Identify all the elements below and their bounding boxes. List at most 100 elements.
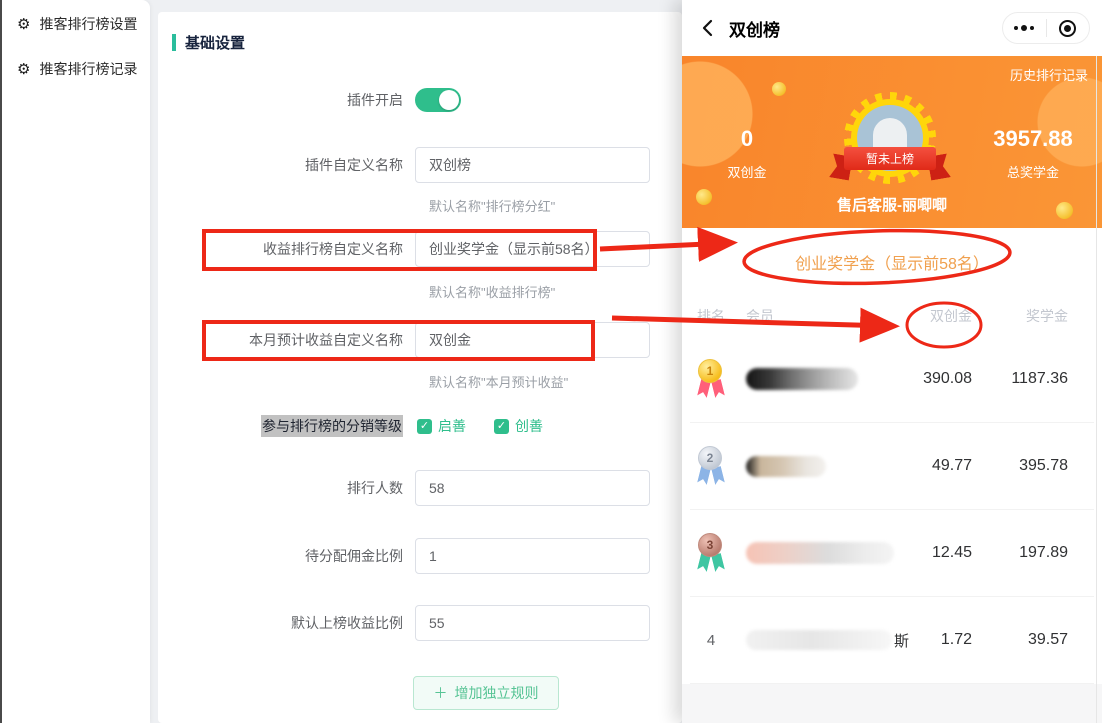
more-icon[interactable] <box>1003 25 1046 31</box>
default-income-ratio-input[interactable] <box>415 605 650 641</box>
user-nickname: 售后客服-丽唧唧 <box>837 197 947 214</box>
section-title: 基础设置 <box>172 32 245 53</box>
gold-medal-icon: 1 <box>696 358 726 400</box>
dc-value: 12.45 <box>931 544 972 561</box>
plugin-enable-label: 插件开启 <box>347 92 403 108</box>
levels-label: 参与排行榜的分销等级 <box>158 415 403 437</box>
checkbox-check-icon: ✓ <box>417 418 432 434</box>
rank-cell: 4 <box>690 632 732 649</box>
window-edge <box>0 0 2 723</box>
form-row-month-income-name: 本月预计收益自定义名称 <box>158 322 650 358</box>
my-dc-label: 双创金 <box>727 165 767 180</box>
total-prize-value: 3957.88 <box>993 126 1073 151</box>
add-rule-button[interactable]: ＋ 增加独立规则 <box>413 676 559 710</box>
wechat-capsule <box>1002 12 1090 44</box>
history-rank-link[interactable]: 历史排行记录 <box>1010 65 1088 84</box>
month-income-name-label: 本月预计收益自定义名称 <box>249 332 403 348</box>
form-row-levels: 参与排行榜的分销等级 ✓ 启善 ✓ 创善 <box>158 408 543 444</box>
rank-count-input[interactable] <box>415 470 650 506</box>
default-income-ratio-label: 默认上榜收益比例 <box>291 615 403 631</box>
income-rank-name-hint: 默认名称"收益排行榜" <box>429 285 556 300</box>
plugin-name-input[interactable] <box>415 147 650 183</box>
gear-icon: ⚙ <box>17 60 31 78</box>
total-prize-label: 总奖学金 <box>1006 165 1059 180</box>
sidebar-item-ranking-settings[interactable]: ⚙ 推客排行榜设置 <box>17 12 137 36</box>
level-checkbox-chuangshan[interactable]: ✓ 创善 <box>494 416 543 436</box>
plugin-enable-toggle[interactable] <box>415 88 461 112</box>
leaderboard-list-title: 创业奖学金（显示前58名） <box>795 256 989 273</box>
sidebar-item-ranking-records[interactable]: ⚙ 推客排行榜记录 <box>17 57 137 81</box>
toggle-knob <box>439 90 459 110</box>
commission-ratio-input[interactable] <box>415 538 650 574</box>
form-row-default-income-ratio: 默认上榜收益比例 <box>158 605 650 641</box>
silver-medal-icon: 2 <box>696 445 726 487</box>
rank-cell: 1 <box>690 358 732 400</box>
gear-icon: ⚙ <box>17 15 31 33</box>
dc-value: 390.08 <box>923 370 972 387</box>
scrollbar-track[interactable] <box>1096 56 1097 723</box>
form-row-plugin-name: 插件自定义名称 <box>158 147 650 183</box>
prize-value: 39.57 <box>1027 631 1068 648</box>
sidebar-item-label: 推客排行榜设置 <box>39 16 138 32</box>
member-name-censored: 斯 <box>732 630 909 651</box>
preview-navbar: 双创榜 <box>682 0 1102 56</box>
month-income-name-input[interactable] <box>415 322 650 358</box>
preview-title: 双创榜 <box>729 20 780 40</box>
rank-number: 3 <box>698 532 722 557</box>
form-row-commission-ratio: 待分配佣金比例 <box>158 538 650 574</box>
rank-number: 2 <box>698 445 722 470</box>
level-option-label: 启善 <box>438 418 466 434</box>
sidebar-item-label: 推客排行榜记录 <box>39 61 138 77</box>
section-title-bar <box>172 34 176 51</box>
levels-options: ✓ 启善 ✓ 创善 <box>417 416 543 436</box>
censored-name-blur <box>746 368 858 390</box>
censored-name-blur <box>746 455 826 477</box>
section-title-text: 基础设置 <box>185 35 246 52</box>
list-footer-area <box>682 684 1102 723</box>
dc-value: 1.72 <box>940 631 972 648</box>
rank-cell: 3 <box>690 532 732 574</box>
list-item: 1 390.08 1187.36 <box>690 336 1094 423</box>
form-row-income-rank-name: 收益排行榜自定义名称 <box>158 231 650 267</box>
form-row-plugin-enable: 插件开启 <box>158 82 461 118</box>
add-rule-label: 增加独立规则 <box>454 685 539 701</box>
prize-value: 1187.36 <box>1011 370 1068 387</box>
list-item: 2 49.77 395.78 <box>690 423 1094 510</box>
plus-icon: ＋ <box>433 685 448 701</box>
rank-number: 1 <box>698 358 722 383</box>
not-ranked-ribbon: 暂未上榜 <box>831 147 949 179</box>
bronze-medal-icon: 3 <box>696 532 726 574</box>
list-item: 3 12.45 197.89 <box>690 510 1094 597</box>
income-rank-name-input[interactable] <box>415 231 650 267</box>
settings-card: 基础设置 插件开启 插件自定义名称 默认名称"排行榜分红" 收益排行榜自定义名称… <box>158 12 682 723</box>
income-rank-name-label: 收益排行榜自定义名称 <box>263 241 403 257</box>
sidebar: ⚙ 推客排行榜设置 ⚙ 推客排行榜记录 <box>0 0 150 723</box>
dc-value: 49.77 <box>931 457 972 474</box>
header-rank: 排名 <box>697 308 725 324</box>
back-icon[interactable] <box>698 18 718 38</box>
censored-name-blur <box>746 542 894 564</box>
member-name-censored <box>732 455 882 477</box>
rank-number: 4 <box>706 631 716 649</box>
capsule-close-target-icon[interactable] <box>1047 19 1090 37</box>
rank-cell: 2 <box>690 445 732 487</box>
header-dc: 双创金 <box>930 308 972 324</box>
leaderboard-banner: 历史排行记录 0 双创金 3957.88 总奖学金 暂未上榜 售后客服-丽唧唧 <box>682 56 1102 228</box>
member-name-censored <box>732 368 882 390</box>
plugin-name-hint: 默认名称"排行榜分红" <box>429 199 556 214</box>
commission-ratio-label: 待分配佣金比例 <box>305 548 403 564</box>
prize-value: 395.78 <box>1019 457 1068 474</box>
level-option-label: 创善 <box>515 418 543 434</box>
leaderboard-list: 1 390.08 1187.36 2 49.77 395.78 3 12.45 … <box>690 336 1094 684</box>
my-dc-value: 0 <box>740 126 754 151</box>
checkbox-check-icon: ✓ <box>494 418 509 434</box>
level-checkbox-qishan[interactable]: ✓ 启善 <box>417 416 466 436</box>
header-member: 会员 <box>746 308 774 324</box>
mini-program-preview: 双创榜 历史排行记录 0 双创金 3957.88 总奖学金 暂未上榜 售后客服-… <box>682 0 1102 723</box>
leaderboard-header-row: 排名 会员 双创金 奖学金 <box>690 306 1094 326</box>
prize-value: 197.89 <box>1019 544 1068 561</box>
plugin-name-label: 插件自定义名称 <box>305 157 403 173</box>
my-dc-stat: 0 双创金 <box>682 126 812 181</box>
not-ranked-text: 暂未上榜 <box>844 147 936 170</box>
list-item: 4 斯 1.72 39.57 <box>690 597 1094 684</box>
